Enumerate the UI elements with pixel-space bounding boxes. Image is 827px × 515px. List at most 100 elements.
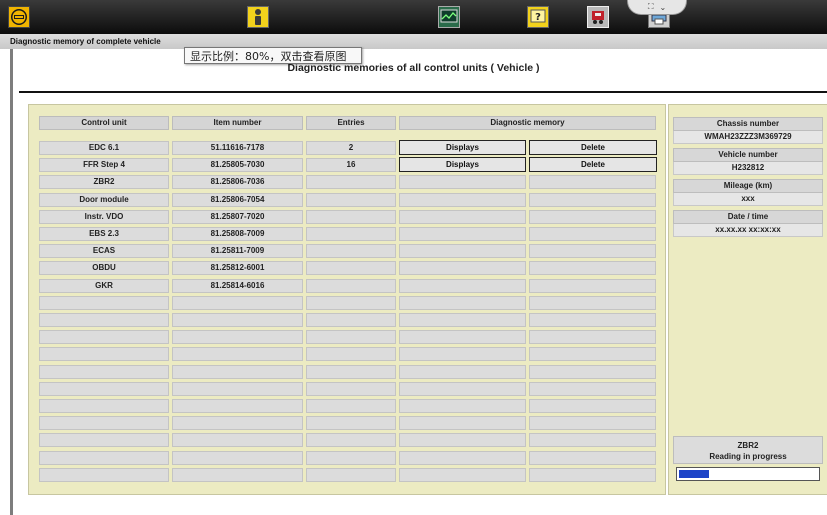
entries-cell [306,330,396,344]
entries-cell [306,468,396,482]
entries-cell [306,347,396,361]
diagnostic-memory-cell [399,175,526,189]
entries-cell [306,433,396,447]
item-number-cell [172,365,303,379]
diagnostic-memory-cell [399,210,526,224]
diagnostic-memory-cell [529,210,656,224]
item-number-cell: 81.25814-6016 [172,279,303,293]
expand-icon[interactable]: ⛶ [648,2,654,12]
entries-cell [306,365,396,379]
diagnostic-memory-cell [399,365,526,379]
control-unit-cell [39,313,169,327]
entries-cell: 2 [306,141,396,155]
heading-divider [19,91,827,93]
diagnostic-memory-cell [529,433,656,447]
displays-button[interactable]: Displays [399,140,526,155]
control-unit-cell [39,330,169,344]
diagnostic-memory-cell [529,227,656,241]
control-unit-cell [39,365,169,379]
main-toolbar: ? ⛶ ⌄ [0,0,827,34]
window-title: Diagnostic memory of complete vehicle [0,34,827,49]
diagnostic-memory-cell [399,451,526,465]
item-number-cell [172,313,303,327]
entries-cell [306,175,396,189]
diagnostic-memory-cell [529,365,656,379]
diagnostic-memory-cell [529,399,656,413]
item-number-cell: 81.25807-7020 [172,210,303,224]
item-number-cell [172,296,303,310]
delete-button[interactable]: Delete [529,157,657,172]
control-unit-cell: GKR [39,279,169,293]
toolbar-collapse-tab[interactable]: ⛶ ⌄ [627,0,687,15]
displays-button[interactable]: Displays [399,157,526,172]
control-unit-cell [39,416,169,430]
control-unit-cell [39,382,169,396]
control-unit-cell: EDC 6.1 [39,141,169,155]
vehicle-info-value: xxx [673,193,823,206]
item-number-cell [172,382,303,396]
delete-button[interactable]: Delete [529,140,657,155]
entries-cell [306,313,396,327]
diagnostic-memory-cell [529,451,656,465]
man-logo-icon[interactable] [8,6,30,28]
vehicle-info-label: Vehicle number [673,148,823,162]
item-number-cell [172,330,303,344]
control-unit-cell [39,468,169,482]
control-unit-cell: Door module [39,193,169,207]
control-unit-cell: Instr. VDO [39,210,169,224]
status-message: Reading in progress [709,452,787,461]
diagnostic-memory-cell [529,468,656,482]
help-icon[interactable]: ? [527,6,549,28]
status-unit: ZBR2 [737,441,759,450]
vehicle-diagnosis-icon[interactable] [587,6,609,28]
vehicle-info-value: H232812 [673,162,823,175]
vehicle-info-value: xx.xx.xx xx:xx:xx [673,224,823,237]
control-unit-cell: ECAS [39,244,169,258]
control-unit-cell: FFR Step 4 [39,158,169,172]
monitor-graph-icon[interactable] [438,6,460,28]
entries-cell [306,279,396,293]
column-header-control-unit: Control unit [39,116,169,130]
item-number-cell: 81.25808-7009 [172,227,303,241]
diagnostic-memory-cell [529,175,656,189]
reading-status: ZBR2 Reading in progress [673,436,823,464]
diagnostic-memory-cell [399,433,526,447]
entries-cell [306,227,396,241]
item-number-cell: 81.25812-6001 [172,261,303,275]
entries-cell [306,244,396,258]
item-number-cell: 81.25811-7009 [172,244,303,258]
diagnostic-memory-cell [399,261,526,275]
info-person-icon[interactable] [247,6,269,28]
item-number-cell [172,433,303,447]
vehicle-info-label: Mileage (km) [673,179,823,193]
entries-cell [306,193,396,207]
column-header-entries: Entries [306,116,396,130]
diagnostic-memory-cell [529,244,656,258]
entries-cell: 16 [306,158,396,172]
entries-cell [306,399,396,413]
diagnostic-memory-cell [529,296,656,310]
vehicle-info-value: WMAH23ZZZ3M369729 [673,131,823,144]
diagnostic-memory-cell [529,330,656,344]
chevron-down-icon[interactable]: ⌄ [659,3,666,12]
control-unit-cell: ZBR2 [39,175,169,189]
vehicle-info-label: Date / time [673,210,823,224]
item-number-cell [172,468,303,482]
control-unit-cell [39,433,169,447]
entries-cell [306,451,396,465]
diagnostic-memory-cell [529,347,656,361]
control-unit-cell: EBS 2.3 [39,227,169,241]
diagnostic-memory-cell [529,261,656,275]
diagnostic-memory-cell [399,382,526,396]
entries-cell [306,416,396,430]
diagnostic-memory-cell [529,382,656,396]
diagnostic-memory-cell [399,330,526,344]
diagnostic-memory-cell [399,279,526,293]
item-number-cell [172,416,303,430]
diagnostic-memory-cell [399,313,526,327]
diagnostic-memory-cell [399,347,526,361]
item-number-cell [172,347,303,361]
progress-fill [679,470,709,478]
control-unit-cell [39,296,169,310]
control-unit-cell [39,347,169,361]
